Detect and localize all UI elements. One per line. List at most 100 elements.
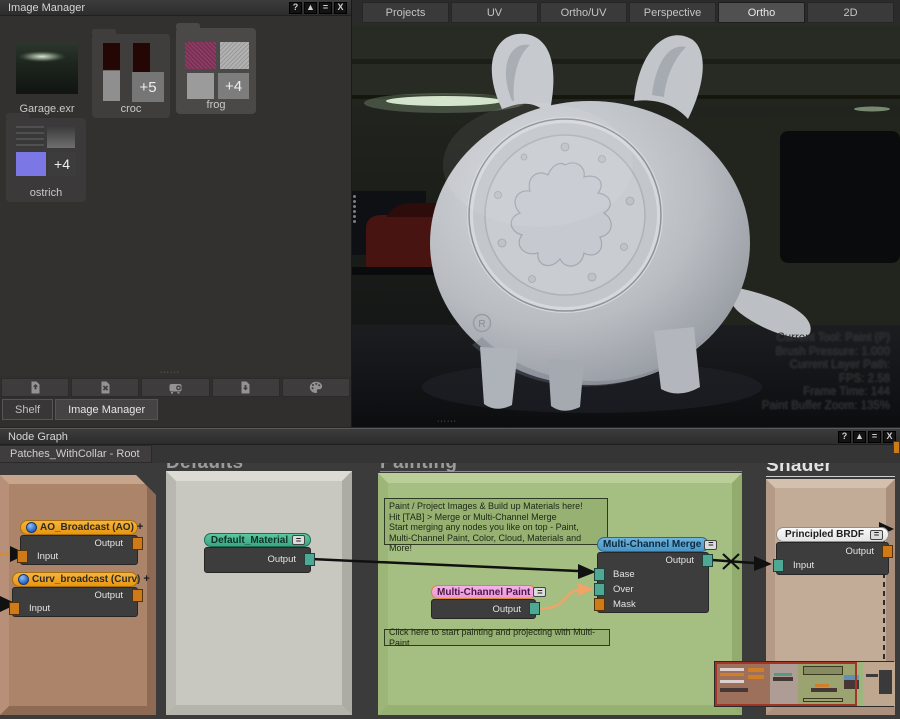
- image-group-label: ostrich: [6, 187, 86, 199]
- image-group-label: frog: [176, 99, 256, 111]
- node-multi-channel-merge[interactable]: Multi-Channel Merge = Output Base Over M…: [597, 537, 709, 613]
- port-output[interactable]: [132, 537, 143, 550]
- port-output[interactable]: [702, 554, 713, 567]
- node-curv-broadcast[interactable]: Curv_broadcast (Curv) + Output Input: [12, 572, 138, 617]
- image-group-croc[interactable]: +5 croc: [92, 34, 170, 118]
- export-image-button[interactable]: [212, 378, 280, 397]
- croc-more-badge[interactable]: +5: [132, 72, 164, 102]
- remove-image-button[interactable]: [71, 378, 139, 397]
- wire-material-to-base: [311, 559, 578, 571]
- add-image-button[interactable]: [1, 378, 69, 397]
- help-icon[interactable]: ?: [838, 431, 851, 443]
- shade-panel-icon[interactable]: =: [319, 2, 332, 14]
- node-graph-minimap[interactable]: [714, 661, 894, 707]
- node-principled-brdf[interactable]: Principled BRDF = Output Input: [776, 527, 889, 575]
- image-manager-title: Image Manager: [4, 2, 287, 14]
- note-paint-info[interactable]: Paint / Project Images & Build up Materi…: [384, 498, 608, 545]
- hud-current-layer-path: Current Layer Path:: [762, 359, 890, 373]
- port-output[interactable]: [132, 589, 143, 602]
- plus-icon[interactable]: +: [137, 522, 143, 533]
- model-leg: [548, 359, 584, 411]
- image-manager-titlebar[interactable]: Image Manager ? ▲ = X: [0, 0, 351, 16]
- remove-image-icon: [98, 380, 113, 395]
- equals-icon[interactable]: =: [870, 530, 883, 540]
- node-ao-broadcast[interactable]: AO_Broadcast (AO) + Output Input: [20, 520, 138, 565]
- node-graph-canvas[interactable]: Defaults Painting Shader Network: [0, 463, 900, 719]
- equals-icon[interactable]: =: [292, 535, 305, 545]
- image-group-ostrich[interactable]: +4 ostrich: [6, 118, 86, 202]
- model-leg: [654, 327, 700, 394]
- frog-thumb-magenta[interactable]: [185, 42, 216, 69]
- broadcast-icon: [18, 574, 29, 585]
- port-output[interactable]: [529, 602, 540, 615]
- mari-application-window: Image Manager ? ▲ = X Garage.exr +5 croc: [0, 0, 900, 719]
- splitter-handle[interactable]: ······: [437, 420, 457, 424]
- equals-icon[interactable]: =: [704, 540, 717, 550]
- tab-perspective[interactable]: Perspective: [629, 2, 716, 23]
- node-multi-channel-paint[interactable]: Multi-Channel Paint = Output: [431, 585, 536, 619]
- viewport-panel: Projects UV Ortho/UV Perspective Ortho 2…: [352, 0, 900, 427]
- toolbar-drag-handle[interactable]: ······: [160, 371, 180, 375]
- viewport-hud: Current Tool: Paint (P) Brush Pressure: …: [762, 332, 890, 413]
- shade-panel-icon[interactable]: =: [868, 431, 881, 443]
- float-panel-icon[interactable]: ▲: [304, 2, 317, 14]
- hud-fps: FPS: 2.58: [762, 373, 890, 387]
- export-image-icon: [238, 380, 253, 395]
- image-manager-toolbar: [0, 377, 351, 398]
- palette-icon: [308, 380, 324, 395]
- image-group-frog[interactable]: +4 frog: [176, 28, 256, 114]
- node-graph-panel: Node Graph ? ▲ = X Patches_WithCollar - …: [0, 428, 900, 719]
- add-image-icon: [28, 380, 43, 395]
- hud-current-tool: Current Tool: Paint (P): [762, 332, 890, 346]
- tab-ortho-uv[interactable]: Ortho/UV: [540, 2, 627, 23]
- equals-icon[interactable]: =: [533, 587, 546, 597]
- float-panel-icon[interactable]: ▲: [853, 431, 866, 443]
- model-leg: [480, 347, 518, 409]
- port-input[interactable]: [9, 602, 20, 615]
- node-graph-titlebar[interactable]: Node Graph ? ▲ = X: [0, 429, 900, 445]
- tab-ortho[interactable]: Ortho: [718, 2, 805, 23]
- ostrich-thumb-purple[interactable]: [16, 152, 46, 176]
- hud-brush-pressure: Brush Pressure: 1.000: [762, 346, 890, 360]
- note-multi-paint[interactable]: Click here to start painting and project…: [384, 629, 610, 646]
- image-manager-content: Garage.exr +5 croc +4 frog: [0, 16, 351, 376]
- tab-2d[interactable]: 2D: [807, 2, 894, 23]
- viewport-edge-handle[interactable]: [353, 195, 357, 223]
- palette-button[interactable]: [282, 378, 350, 397]
- port-output[interactable]: [882, 545, 893, 558]
- node-graph-tab[interactable]: Patches_WithCollar - Root: [0, 445, 152, 463]
- model-r-letter: R: [478, 319, 485, 330]
- port-mask[interactable]: [594, 598, 605, 611]
- port-base[interactable]: [594, 568, 605, 581]
- minimap-view-rect[interactable]: [715, 662, 857, 706]
- tab-shelf[interactable]: Shelf: [2, 399, 53, 420]
- viewport-3d-scene[interactable]: R Current Tool: Paint (P) Brush Pressure…: [352, 25, 900, 427]
- viewport-tabbar: Projects UV Ortho/UV Perspective Ortho 2…: [352, 0, 900, 25]
- frog-thumb-noise[interactable]: [220, 42, 249, 69]
- port-over[interactable]: [594, 583, 605, 596]
- ostrich-thumb-dark2[interactable]: [47, 126, 75, 148]
- frog-thumb-gray[interactable]: [187, 73, 214, 99]
- image-group-label: croc: [92, 103, 170, 115]
- hud-frame-time: Frame Time: 144: [762, 386, 890, 400]
- tab-image-manager[interactable]: Image Manager: [55, 399, 158, 420]
- tab-projects[interactable]: Projects: [362, 2, 449, 23]
- panel-tabs: Shelf Image Manager: [2, 399, 158, 420]
- image-item-garage[interactable]: Garage.exr: [8, 38, 86, 118]
- port-input[interactable]: [17, 550, 28, 563]
- plus-icon[interactable]: +: [143, 574, 149, 585]
- ostrich-more-badge[interactable]: +4: [48, 152, 76, 176]
- port-output[interactable]: [304, 553, 315, 566]
- port-input[interactable]: [773, 559, 784, 572]
- frog-more-badge[interactable]: +4: [218, 73, 249, 99]
- tab-uv[interactable]: UV: [451, 2, 538, 23]
- garage-thumbnail[interactable]: [16, 42, 78, 94]
- project-image-button[interactable]: [141, 378, 209, 397]
- offscreen-node-port: [893, 441, 900, 454]
- parked-suv: [780, 131, 900, 263]
- close-panel-icon[interactable]: X: [334, 2, 347, 14]
- node-default-material[interactable]: Default_Material = Output: [204, 533, 311, 573]
- help-icon[interactable]: ?: [289, 2, 302, 14]
- croc-thumb-strip-1[interactable]: [103, 43, 120, 101]
- ostrich-thumb-dark1[interactable]: [16, 126, 44, 148]
